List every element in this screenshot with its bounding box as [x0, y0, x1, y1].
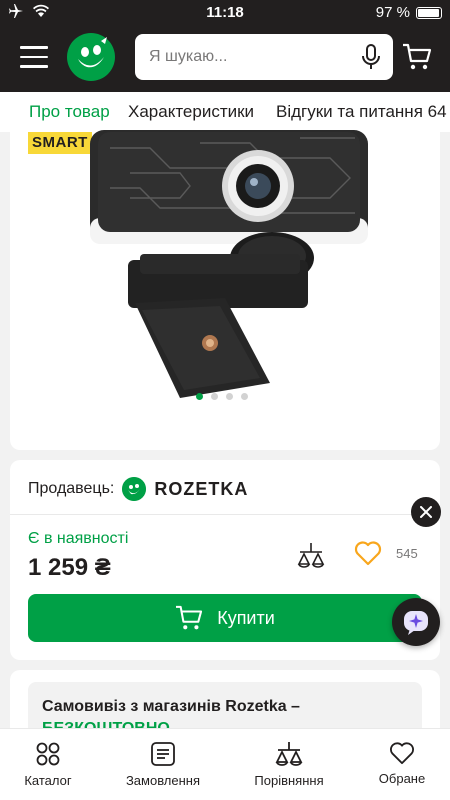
product-tabs: Про товар Характеристики Відгуки та пита… [0, 92, 450, 132]
compare-icon [275, 742, 303, 766]
nav-orders-label: Замовлення [125, 773, 201, 788]
nav-favorites[interactable]: Обране [347, 741, 450, 786]
bottom-navigation: Каталог Замовлення Порівняння Обране [0, 728, 450, 800]
product-price: 1 259 ₴ [28, 554, 111, 581]
microphone-icon[interactable] [361, 44, 381, 70]
seller-label: Продавець: [28, 480, 115, 497]
rozetka-seller-logo [122, 477, 147, 501]
tab-about-product[interactable]: Про товар [29, 102, 110, 122]
seller-name[interactable]: ROZETKA [154, 479, 248, 500]
search-input[interactable] [149, 46, 349, 68]
nav-catalog[interactable]: Каталог [0, 741, 103, 788]
nav-compare[interactable]: Порівняння [234, 741, 344, 788]
pickup-title: Самовивіз з магазинів Rozetka – [42, 698, 300, 715]
buy-button-label: Купити [217, 607, 275, 628]
gallery-dots [196, 393, 248, 400]
status-bar: 11:18 97 % [0, 0, 450, 24]
tab-characteristics[interactable]: Характеристики [128, 102, 254, 122]
nav-favorites-label: Обране [378, 771, 426, 786]
favorites-count: 545 [396, 546, 418, 561]
cart-icon[interactable] [402, 43, 432, 71]
catalog-icon [36, 742, 60, 766]
tab-reviews-count: 64 [427, 102, 447, 121]
close-button[interactable] [411, 497, 441, 527]
seller-row: Продавець: ROZETKA [28, 474, 248, 504]
cart-icon [176, 605, 203, 630]
battery-icon [416, 6, 442, 19]
buy-button[interactable]: Купити [28, 594, 422, 642]
product-gallery[interactable]: SMART [10, 128, 440, 450]
nav-orders[interactable]: Замовлення [108, 741, 218, 788]
rozetka-logo[interactable] [67, 33, 115, 81]
offer-card: Продавець: ROZETKA Є в наявності 1 259 ₴… [10, 460, 440, 660]
gallery-dot[interactable] [226, 393, 233, 400]
tab-reviews[interactable]: Відгуки та питання 64 [276, 102, 447, 122]
nav-catalog-label: Каталог [24, 773, 72, 788]
search-box[interactable] [135, 34, 393, 80]
orders-icon [151, 742, 175, 766]
divider [10, 514, 440, 515]
close-icon [420, 506, 432, 518]
assistant-button[interactable] [392, 598, 440, 646]
ai-assistant-icon [404, 611, 428, 635]
app-header [0, 24, 450, 92]
product-image [90, 130, 368, 398]
gallery-dot[interactable] [241, 393, 248, 400]
tab-reviews-label: Відгуки та питання [276, 102, 423, 121]
availability-status: Є в наявності [28, 530, 129, 547]
battery-percent: 97 % [375, 4, 410, 21]
status-right: 97 % [376, 4, 442, 21]
gallery-dot[interactable] [196, 393, 203, 400]
heart-icon [390, 742, 414, 765]
gallery-dot[interactable] [211, 393, 218, 400]
nav-compare-label: Порівняння [254, 773, 324, 788]
compare-icon[interactable] [296, 540, 326, 570]
menu-icon[interactable] [20, 46, 48, 68]
favorite-heart-icon[interactable] [354, 540, 382, 566]
